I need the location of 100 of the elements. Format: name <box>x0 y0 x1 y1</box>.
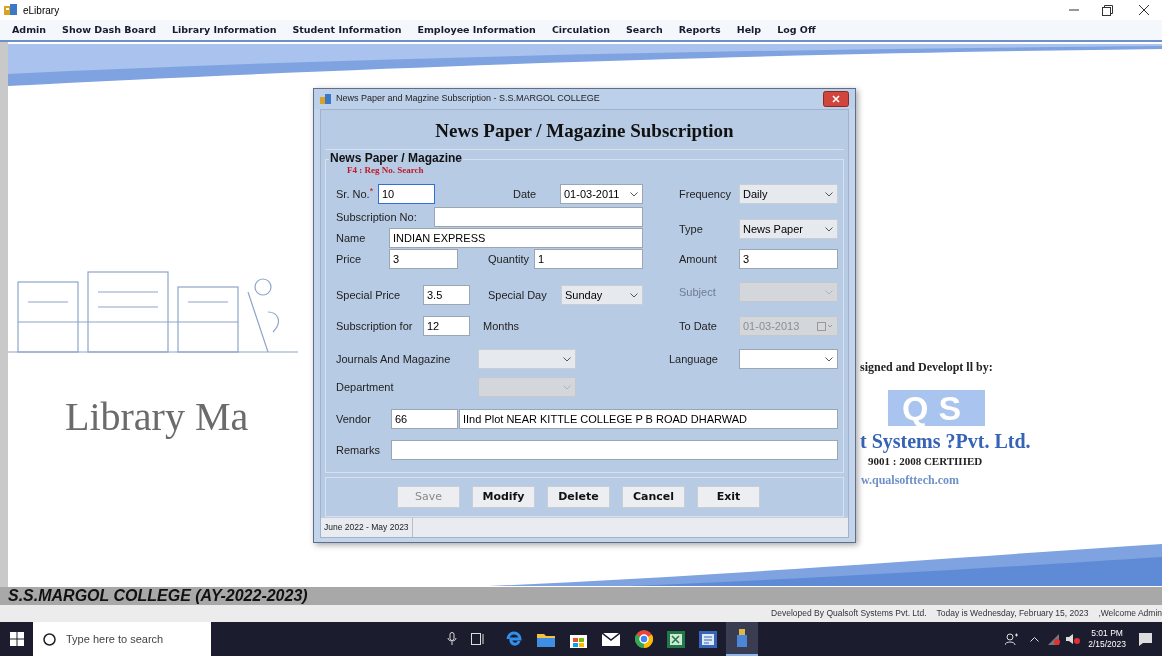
search-hint: F4 : Reg No. Search <box>347 165 424 175</box>
menu-item[interactable]: Search <box>625 22 663 38</box>
session-label: June 2022 - May 2023 <box>321 518 413 537</box>
close-icon[interactable] <box>1139 5 1149 15</box>
envelope-icon[interactable] <box>602 632 620 646</box>
form-button[interactable]: Delete <box>547 486 610 508</box>
notification-icon[interactable] <box>1138 631 1153 647</box>
field-label: Frequency <box>679 187 731 201</box>
microphone-icon[interactable] <box>447 632 457 646</box>
text-field[interactable]: 1 <box>534 249 643 269</box>
menu-item[interactable]: Employee Information <box>417 22 536 38</box>
clock-time: 5:01 PM <box>1091 628 1123 639</box>
document-window-icon[interactable] <box>699 630 717 648</box>
text-field[interactable] <box>391 440 838 460</box>
chevron-down-icon <box>825 289 833 295</box>
chevron-down-icon <box>630 191 638 197</box>
text-field[interactable]: 10 <box>378 184 435 204</box>
app-icon <box>4 4 18 16</box>
menu-item[interactable]: Log Off <box>777 22 816 38</box>
company-name: t Systems ?Pvt. Ltd. <box>860 429 1031 453</box>
text-field[interactable]: 66 <box>391 409 458 429</box>
calendar-icon <box>817 321 833 331</box>
required-mark: * <box>369 187 374 196</box>
chevron-down-icon <box>825 356 833 362</box>
field-label: Price <box>336 252 362 266</box>
search-field[interactable]: Type here to search <box>33 622 211 656</box>
text-field[interactable]: 12 <box>423 316 470 336</box>
field-label: Special Day <box>488 288 547 302</box>
spreadsheet-icon[interactable] <box>667 630 685 648</box>
active-app-button[interactable] <box>726 622 758 656</box>
text-field[interactable]: 3 <box>739 249 838 269</box>
people-icon[interactable] <box>1005 633 1019 645</box>
menu-item[interactable]: Library Information <box>172 22 277 38</box>
folder-icon[interactable] <box>537 631 555 647</box>
menu-item[interactable]: Help <box>736 22 762 38</box>
text-field[interactable] <box>434 207 643 227</box>
text-field[interactable]: IInd Plot NEAR KITTLE COLLEGE P B ROAD DHARWAD <box>459 409 838 429</box>
chevron-down-icon <box>825 191 833 197</box>
dropdown[interactable]: Daily <box>739 184 838 204</box>
library-app-icon <box>736 629 748 647</box>
round-browser-icon[interactable] <box>635 630 653 648</box>
field-label: Date <box>513 187 537 201</box>
chevron-down-icon <box>563 384 571 390</box>
field-label: Quantity <box>488 252 529 266</box>
credit-heading: signed and Developt ll by: <box>860 359 993 376</box>
field-label: Amount <box>679 252 717 266</box>
close-button[interactable] <box>823 91 849 107</box>
form-button[interactable]: Exit <box>697 486 760 508</box>
date-picker[interactable]: 01-03-2011 <box>560 184 643 204</box>
clock-date: 2/15/2023 <box>1088 639 1126 650</box>
group-title: News Paper / Magazine <box>330 151 463 165</box>
text-field[interactable]: INDIAN EXPRESS <box>389 228 643 248</box>
status-text: Developed By Qualsoft Systems Pvt. Ltd. <box>771 607 927 620</box>
browser-e-icon[interactable] <box>505 630 523 648</box>
menu-item[interactable]: Show Dash Board <box>62 22 156 38</box>
text-field[interactable]: 3.5 <box>423 285 470 305</box>
company-logo: QS <box>888 390 986 426</box>
certification-text: 9001 : 2008 CERTIIIED <box>868 454 983 469</box>
dialog-title: News Paper and Magzine Subscription - S.S.MARGOL COLLEGE <box>336 92 600 106</box>
field-label: Journals And Magazine <box>336 352 451 366</box>
text-field[interactable]: 3 <box>389 249 458 269</box>
chevron-down-icon <box>630 292 638 298</box>
task-view-icon[interactable] <box>471 633 485 645</box>
field-label: Name <box>336 231 366 245</box>
field-label: Type <box>679 222 703 236</box>
search-icon <box>43 632 56 646</box>
menu-item[interactable]: Student Information <box>292 22 402 38</box>
field-label: Subject <box>679 285 716 299</box>
menu-item[interactable]: Admin <box>12 22 47 38</box>
form-button[interactable]: Cancel <box>622 486 685 508</box>
field-label: Sr. No. <box>336 187 370 201</box>
field-label: Remarks <box>336 443 380 457</box>
restore-icon[interactable] <box>1102 4 1113 16</box>
form-button[interactable]: Modify <box>472 486 535 508</box>
field-label: Department <box>336 380 394 394</box>
menu-item[interactable]: Reports <box>678 22 721 38</box>
chevron-down-icon <box>825 226 833 232</box>
field-label: Special Price <box>336 288 401 302</box>
search-placeholder: Type here to search <box>66 631 164 647</box>
background-title: Library Ma <box>65 397 249 437</box>
chevron-down-icon <box>563 356 571 362</box>
website-text: w.qualsofttech.com <box>861 471 959 489</box>
dropdown[interactable]: News Paper <box>739 219 838 239</box>
dropdown[interactable]: Sunday <box>561 285 643 305</box>
field-label: Months <box>483 319 520 333</box>
menu-item[interactable]: Circulation <box>551 22 610 38</box>
speaker-icon[interactable] <box>1066 633 1081 645</box>
network-icon[interactable] <box>1048 633 1061 645</box>
field-label: Subscription No: <box>336 210 417 224</box>
clock[interactable]: 5:01 PM 2/15/2023 <box>1088 628 1126 650</box>
start-icon[interactable] <box>10 632 24 646</box>
dialog-icon <box>320 93 332 105</box>
chevron-up-icon[interactable] <box>1030 636 1040 642</box>
field-label: Subscription for <box>336 319 413 333</box>
college-name: S.S.MARGOL COLLEGE (AY-2022-2023) <box>8 588 308 604</box>
field-label: Language <box>669 352 718 366</box>
window-title: eLibrary <box>23 3 60 18</box>
form-heading: News Paper / Magazine Subscription <box>435 119 734 144</box>
field-label: To Date <box>679 319 717 333</box>
status-text: Today is Wednesday, February 15, 2023 <box>936 607 1089 620</box>
